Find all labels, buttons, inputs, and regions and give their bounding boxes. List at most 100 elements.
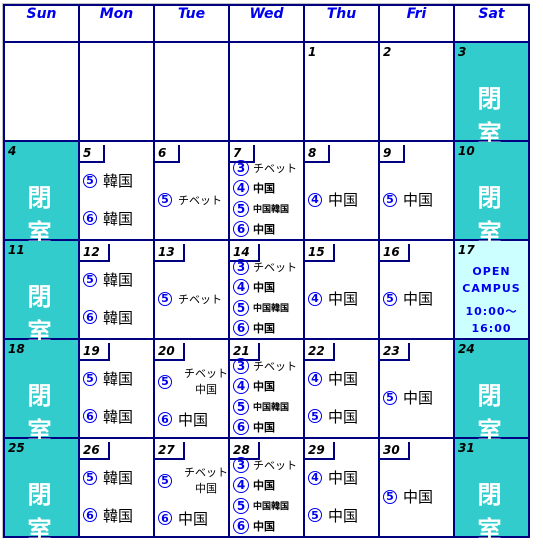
class-list: 5 中国 [383,459,451,534]
class-list: 4 中国 [308,261,376,336]
day-number: 19 [80,343,110,361]
day-number: 27 [155,442,185,460]
period-number-icon: 5 [383,390,397,405]
class-list: 5 韓国 6 韓国 [83,162,151,237]
calendar-day-cell: 21 3 チベット 4 中国 5 中国韓国 6 中国 [228,338,305,439]
period-number-icon: 6 [83,409,97,424]
day-number: 22 [305,343,335,361]
period-number-icon: 4 [233,477,249,494]
language-label: 中国 [403,290,434,308]
class-entry: 5 中国 [308,505,376,526]
language-label: 中国 [253,281,275,295]
calendar-day-cell: 16 5 中国 [378,239,455,340]
class-entry: 6 中国 [233,220,301,237]
language-label: チベット [253,459,297,472]
period-number-icon: 4 [308,291,322,306]
language-label: 中国 [253,479,275,493]
event-line1: OPEN [472,265,511,278]
calendar-week-row: 25 閉室 26 5 韓国 6 韓国 27 5 チベット 中国 6 中国 28 3 チベット 4 中国 5 中国韓国 6… [3,437,530,544]
class-entry: 5 チベット 中国 [158,366,228,398]
language-label: 韓国 [103,172,134,191]
language-label: チベット 中国 [184,366,228,398]
language-label-line: チベット [184,366,228,380]
class-entry: 4 中国 [233,378,301,395]
calendar-day-cell: 13 5 チベット [153,239,230,340]
day-number: 5 [80,145,105,163]
calendar-day-cell: 9 5 中国 [378,140,455,241]
calendar-week-row: 11 閉室 12 5 韓国 6 韓国 13 5 チベット 14 3 チベット 4 中国 5 中国韓国 6 中国 15 4… [3,239,530,346]
day-number: 11 [8,243,25,257]
language-label: 中国 [253,182,275,196]
period-number-icon: 6 [83,310,97,325]
weekday-tue: Tue [153,4,230,43]
calendar-week-row: 4 閉室 5 5 韓国 6 韓国 6 5 チベット 7 3 チベット 4 中国 5 中国韓国 6 中国 8 4 中国 9 5 中… [3,140,530,247]
calendar-day-cell: 22 4 中国 5 中国 [303,338,380,439]
language-label: 韓国 [103,370,134,389]
period-number-icon: 4 [308,371,322,386]
class-entry: 6 中国 [158,508,226,529]
calendar-day-cell: 31 閉室 [453,437,530,544]
class-entry: 3 チベット [233,358,301,374]
calendar-day-cell: 18 閉室 [3,338,80,445]
class-entry: 5 中国 [383,387,451,408]
period-number-icon: 3 [233,160,249,176]
class-entry: 3 チベット [233,259,301,275]
class-entry: 4 中国 [308,467,376,488]
class-entry: 5 韓国 [83,170,151,191]
class-list: 3 チベット 4 中国 5 中国韓国 6 中国 [233,259,301,336]
class-list: 5 チベット [158,261,226,336]
weekday-wed: Wed [228,4,305,43]
calendar-day-cell: 5 5 韓国 6 韓国 [78,140,155,241]
event-line4: 16:00 [471,322,512,335]
period-number-icon: 5 [233,299,249,316]
period-number-icon: 5 [158,192,172,207]
period-number-icon: 3 [233,358,249,374]
class-entry: 5 チベット 中国 [158,465,228,497]
language-label: 中国 [328,469,359,488]
day-number: 1 [308,45,317,59]
period-number-icon: 5 [158,291,172,306]
language-label: 中国 [328,506,359,525]
calendar-week-row: 1 2 3 閉室 [3,41,530,148]
calendar-day-cell: 15 4 中国 [303,239,380,340]
period-number-icon: 5 [308,508,322,523]
class-entry: 5 チベット [158,291,226,307]
class-entry: 5 中国韓国 [233,398,301,415]
language-label: 中国 [253,222,275,236]
period-number-icon: 4 [308,192,322,207]
calendar-day-cell: 17 OPEN CAMPUS 10:00～ 16:00 [453,239,530,340]
calendar-day-cell: 3 閉室 [453,41,530,148]
class-entry: 3 チベット [233,457,301,473]
class-entry: 4 中国 [308,368,376,389]
language-label: チベット [253,261,297,274]
event-line2: CAMPUS [462,282,521,295]
closed-label: 閉室 [477,85,516,148]
class-entry: 6 韓国 [83,505,151,526]
class-entry: 6 韓国 [83,406,151,427]
calendar-day-cell: 14 3 チベット 4 中国 5 中国韓国 6 中国 [228,239,305,340]
class-entry: 5 中国韓国 [233,200,301,217]
calendar-day-cell: 20 5 チベット 中国 6 中国 [153,338,230,439]
period-number-icon: 4 [233,378,249,395]
day-number: 25 [8,441,25,455]
day-number: 16 [380,244,410,262]
class-list: 3 チベット 4 中国 5 中国韓国 6 中国 [233,160,301,237]
weekday-mon: Mon [78,4,155,43]
language-label: 中国韓国 [253,304,290,315]
class-entry: 4 中国 [308,288,376,309]
period-number-icon: 5 [83,371,97,386]
language-label: 中国 [253,321,275,335]
language-label: 中国 [253,420,275,434]
day-number: 26 [80,442,110,460]
calendar-day-cell: 7 3 チベット 4 中国 5 中国韓国 6 中国 [228,140,305,241]
day-number: 29 [305,442,335,460]
day-number: 17 [458,243,475,257]
closed-label: 閉室 [27,382,66,445]
calendar-day-cell: 8 4 中国 [303,140,380,241]
calendar-day-cell: 12 5 韓国 6 韓国 [78,239,155,340]
class-list: 5 中国 [383,162,451,237]
period-number-icon: 5 [383,192,397,207]
class-list: 5 チベット [158,162,226,237]
closed-label: 閉室 [27,283,66,346]
calendar-day-cell: 2 [378,41,455,142]
